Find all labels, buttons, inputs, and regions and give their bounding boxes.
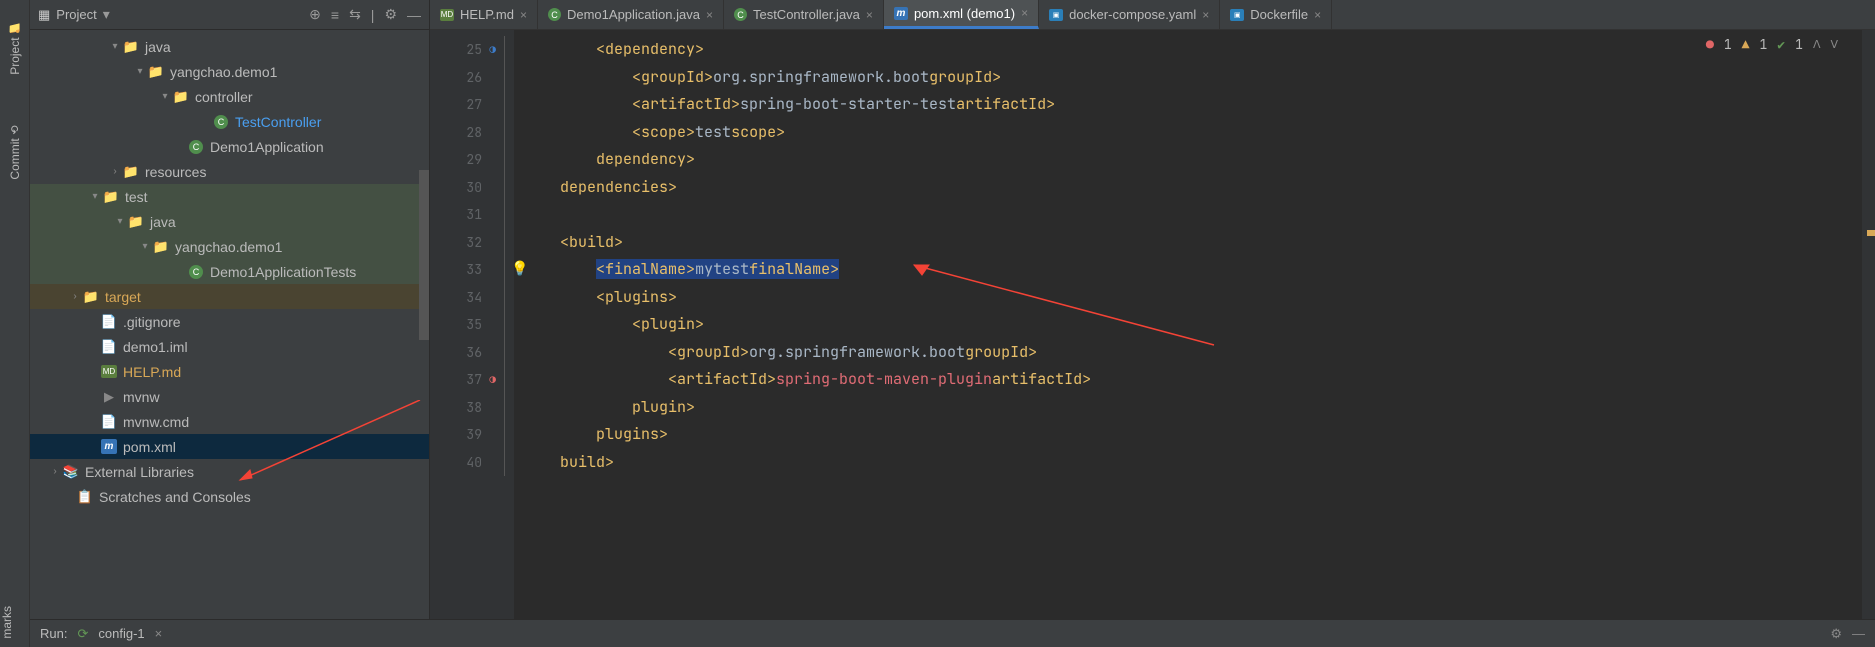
intention-bulb-icon[interactable]: 💡 [511, 256, 528, 284]
run-config-name[interactable]: config-1 [98, 626, 144, 641]
code-line[interactable]: <scope>testscope> [524, 119, 1862, 147]
tree-item[interactable]: ›📁resources [30, 159, 429, 184]
tree-item[interactable]: ▾📁yangchao.demo1 [30, 234, 429, 259]
close-icon[interactable]: × [706, 8, 713, 22]
tree-item[interactable]: ▾📁controller [30, 84, 429, 109]
tree-item[interactable]: ▾📁java [30, 34, 429, 59]
warning-count: 1 [1759, 36, 1767, 53]
ok-icon: ✔ [1777, 36, 1785, 53]
code-line[interactable]: <artifactId>spring-boot-starter-testarti… [524, 91, 1862, 119]
run-toolbar: Run: ⟳ config-1 × ⚙ — [30, 619, 1875, 647]
left-tool-strip: Project📁 Commit⟲ marks [0, 0, 30, 647]
tree-item[interactable]: ▾📁java [30, 209, 429, 234]
tool-commit[interactable]: Commit⟲ [8, 115, 22, 190]
error-icon: ● [1706, 36, 1714, 53]
close-icon[interactable]: × [1314, 8, 1321, 22]
code-line[interactable]: <build> [524, 229, 1862, 257]
editor-tabs: MDHELP.md×CDemo1Application.java×CTestCo… [430, 0, 1875, 30]
code-line[interactable]: dependency> [524, 146, 1862, 174]
editor-area: MDHELP.md×CDemo1Application.java×CTestCo… [430, 0, 1875, 647]
tree-item[interactable]: MDHELP.md [30, 359, 429, 384]
project-icon: ▦ [38, 7, 50, 23]
tree-item[interactable]: ▾📁yangchao.demo1 [30, 59, 429, 84]
gear-icon[interactable]: ⚙ [1830, 626, 1842, 642]
tree-item[interactable]: ›📚External Libraries [30, 459, 429, 484]
editor-tab[interactable]: MDHELP.md× [430, 0, 538, 29]
code-line[interactable]: <artifactId>spring-boot-maven-pluginarti… [524, 366, 1862, 394]
minimize-icon[interactable]: — [1852, 626, 1865, 641]
tree-item[interactable]: CTestController [30, 109, 429, 134]
ok-count: 1 [1795, 36, 1803, 53]
tree-item[interactable]: 📄mvnw.cmd [30, 409, 429, 434]
locate-icon[interactable]: ⊕ [309, 6, 321, 23]
inspection-widget[interactable]: ● 1 ▲ 1 ✔ 1 ᐱ ᐯ [1706, 36, 1838, 53]
error-count: 1 [1724, 36, 1732, 53]
run-config-icon: ⟳ [77, 626, 88, 642]
chevron-up-icon[interactable]: ᐱ [1813, 38, 1821, 52]
expand-icon[interactable]: ≡ [331, 7, 339, 23]
close-icon[interactable]: × [155, 626, 163, 641]
fold-strip[interactable] [500, 30, 514, 623]
code-line[interactable]: <plugins> [524, 284, 1862, 312]
editor-tab[interactable]: ▣docker-compose.yaml× [1039, 0, 1220, 29]
tree-item[interactable]: 📋Scratches and Consoles [30, 484, 429, 509]
project-tree[interactable]: ▾📁java▾📁yangchao.demo1▾📁controllerCTestC… [30, 30, 429, 647]
editor-tab[interactable]: mpom.xml (demo1)× [884, 0, 1039, 29]
editor-tab[interactable]: CDemo1Application.java× [538, 0, 724, 29]
code-line[interactable]: plugins> [524, 421, 1862, 449]
code-line[interactable]: dependencies> [524, 174, 1862, 202]
code-line[interactable]: <groupId>org.springframework.bootgroupId… [524, 339, 1862, 367]
project-sidebar: ▦ Project ▾ ⊕ ≡ ⇆ | ⚙ — ▾📁java▾📁yangchao… [30, 0, 430, 647]
tree-item[interactable]: ▶mvnw [30, 384, 429, 409]
dropdown-icon[interactable]: ▾ [103, 6, 110, 23]
run-label: Run: [40, 626, 67, 641]
sidebar-header: ▦ Project ▾ ⊕ ≡ ⇆ | ⚙ — [30, 0, 429, 30]
code-line[interactable]: <plugin> [524, 311, 1862, 339]
warning-icon: ▲ [1742, 36, 1750, 53]
collapse-icon[interactable]: ⇆ [349, 6, 361, 23]
tree-item[interactable]: CDemo1ApplicationTests [30, 259, 429, 284]
scrollbar-thumb[interactable] [419, 170, 429, 340]
editor-tab[interactable]: ▣Dockerfile× [1220, 0, 1332, 29]
gear-icon[interactable]: ⚙ [384, 6, 397, 23]
chevron-down-icon[interactable]: ᐯ [1830, 38, 1838, 52]
close-icon[interactable]: × [866, 8, 873, 22]
tree-item[interactable]: mpom.xml [30, 434, 429, 459]
editor-tab[interactable]: CTestController.java× [724, 0, 884, 29]
code-line[interactable]: build> [524, 449, 1862, 477]
code-line[interactable] [524, 201, 1862, 229]
code-line[interactable]: 💡 <finalName>mytestfinalName> [524, 256, 1862, 284]
code-line[interactable]: <dependency> [524, 36, 1862, 64]
tree-item[interactable]: 📄demo1.iml [30, 334, 429, 359]
code-line[interactable]: <groupId>org.springframework.bootgroupId… [524, 64, 1862, 92]
close-icon[interactable]: × [1021, 6, 1028, 20]
tree-item[interactable]: CDemo1Application [30, 134, 429, 159]
close-icon[interactable]: × [1202, 8, 1209, 22]
tree-item[interactable]: 📄.gitignore [30, 309, 429, 334]
tree-item[interactable]: ▾📁test [30, 184, 429, 209]
code-editor[interactable]: ● 1 ▲ 1 ✔ 1 ᐱ ᐯ <dependency> <groupId>org.s… [514, 30, 1862, 623]
code-line[interactable]: plugin> [524, 394, 1862, 422]
divider: | [371, 7, 375, 23]
line-gutter[interactable]: 25◑262728293031323334353637◑383940 [430, 30, 500, 623]
tool-marks[interactable]: marks [0, 600, 14, 645]
tree-item[interactable]: ›📁target [30, 284, 429, 309]
sidebar-title: Project [56, 7, 96, 22]
minimize-icon[interactable]: — [407, 7, 421, 23]
close-icon[interactable]: × [520, 8, 527, 22]
marker-strip[interactable] [1862, 30, 1875, 623]
tool-project[interactable]: Project📁 [8, 10, 22, 85]
